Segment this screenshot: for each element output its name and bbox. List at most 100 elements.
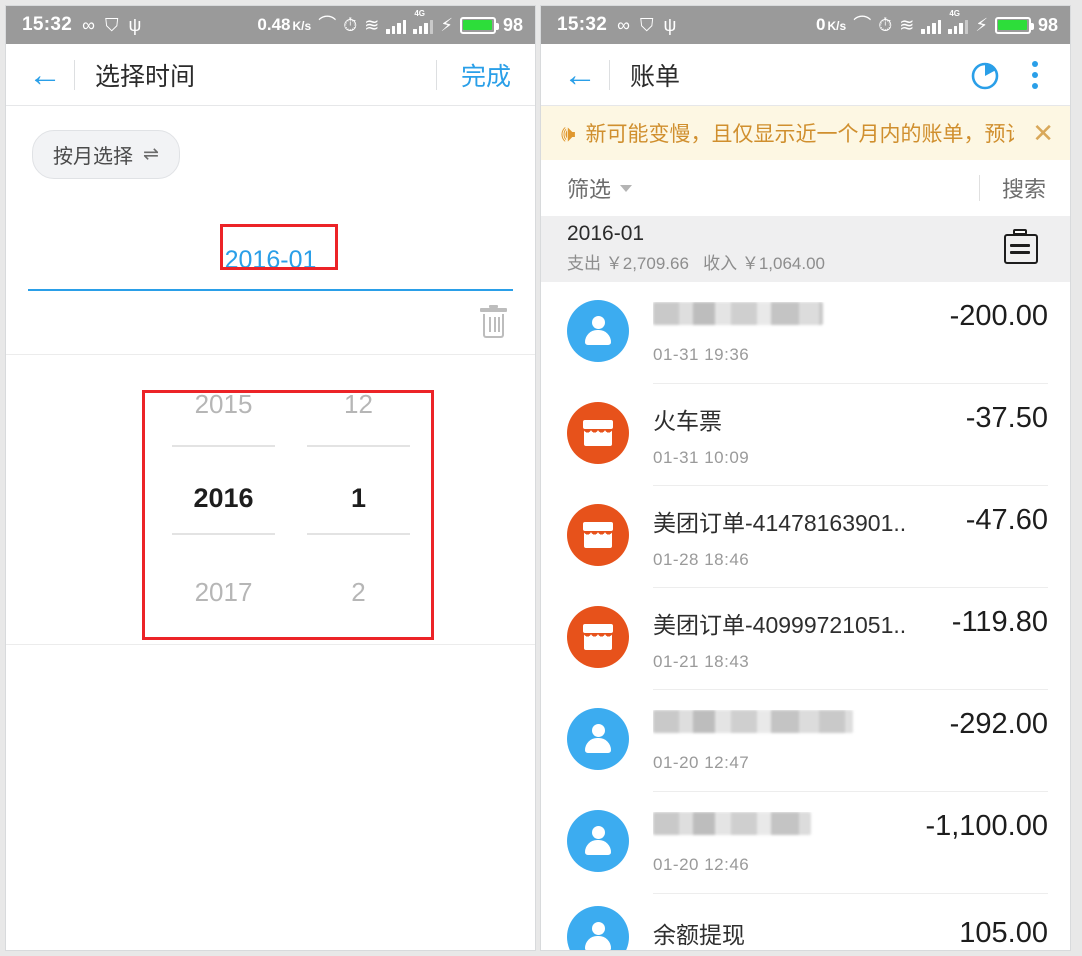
done-button[interactable]: 完成 [461,57,517,93]
search-button[interactable]: 搜索 [1002,172,1046,204]
transaction-content: 美团订单-41478163901.. -47.60 01-28 18:46 [653,486,1048,588]
signal-4g-label: 4G [414,8,425,18]
screenshot-root: 15:32 ∞ ⛉ ψ 0.48 K/s ⌒ ⏱ ≋ 4G ⚡ 98 ← 选择时… [0,0,1082,956]
network-rate-unit: K/s [292,19,312,33]
signal-icon [386,17,407,34]
status-time: 15:32 [557,14,608,35]
battery-icon [459,16,499,34]
battery-icon [994,16,1034,34]
transaction-header: 余额提现 105.00 [653,916,1048,950]
masked-name [653,710,853,733]
transaction-header: -200.00 [653,300,1048,333]
income-label: 收入 [703,254,738,273]
shop-icon [567,402,629,464]
transaction-amount: -200.00 [949,300,1048,332]
clipboard-list-icon[interactable] [1004,229,1038,264]
network-rate: 0 K/s [816,15,846,35]
network-rate-value: 0 [816,15,826,34]
notice-banner: 🕪 新可能变慢，且仅显示近一个月内的账单，预计 ✕ [541,106,1070,160]
wifi-icon: ≋ [364,15,380,35]
select-by-month-chip[interactable]: 按月选择 ⇌ [32,130,180,179]
title-divider [609,59,610,90]
expense-label: 支出 [567,254,601,273]
battery-percent: 98 [1037,14,1058,35]
transaction-time: 01-31 10:09 [653,447,750,467]
bill-list-body: 🕪 新可能变慢，且仅显示近一个月内的账单，预计 ✕ 筛选 搜索 2016-01 … [541,106,1070,950]
close-icon[interactable]: ✕ [1024,118,1054,149]
transaction-header: 美团订单-40999721051.. -119.80 [653,606,1048,640]
signal-4g-icon [948,17,969,34]
month-summary-row[interactable]: 2016-01 支出 ￥2,709.66 收入 ￥1,064.00 [541,216,1070,282]
transaction-header: 美团订单-41478163901.. -47.60 [653,504,1048,538]
right-title-bar: ← 账单 [541,44,1070,106]
transaction-row[interactable]: -200.00 01-31 19:36 [541,282,1070,384]
transaction-list: -200.00 01-31 19:36 火车票 -37.50 01-31 10:09 美团… [541,282,1070,950]
transaction-row[interactable]: -1,100.00 01-20 12:46 [541,792,1070,894]
transaction-amount: 105.00 [959,916,1048,949]
charging-icon: ⚡ [975,15,988,35]
signal-4g-icon [413,17,434,34]
network-rate: 0.48 K/s [257,15,311,35]
transaction-row[interactable]: 余额提现 105.00 [541,894,1070,950]
transaction-row[interactable]: 美团订单-41478163901.. -47.60 01-28 18:46 [541,486,1070,588]
expense-amount: ￥2,709.66 [605,254,689,273]
summary-month: 2016-01 [567,222,645,245]
transaction-content: 火车票 -37.50 01-31 10:09 [653,384,1048,486]
transaction-name [653,812,911,841]
page-title: 选择时间 [95,62,196,91]
person-icon [567,906,629,950]
trash-icon[interactable] [480,304,507,338]
transaction-row[interactable]: 火车票 -37.50 01-31 10:09 [541,384,1070,486]
status-time: 15:32 [22,14,73,35]
transaction-content: -200.00 01-31 19:36 [653,282,1048,384]
headphone-icon: ⌒ [853,15,872,35]
shop-icon [567,606,629,668]
transaction-amount: -292.00 [949,708,1048,740]
transaction-name: 美团订单-40999721051.. [653,611,907,638]
pie-chart-icon[interactable] [968,57,1004,93]
charging-icon: ⚡ [440,15,453,35]
delete-row [6,291,535,355]
more-vertical-icon[interactable] [1004,60,1052,89]
transaction-amount: -37.50 [965,402,1048,434]
transaction-header: -292.00 [653,708,1048,741]
transaction-amount: -119.80 [951,606,1048,638]
shop-icon [567,504,629,566]
network-rate-value: 0.48 [257,15,291,34]
transaction-header: 火车票 -37.50 [653,402,1048,436]
transaction-row[interactable]: 美团订单-40999721051.. -119.80 01-21 18:43 [541,588,1070,690]
title-divider [74,59,75,90]
chevron-down-icon [620,184,633,192]
infinity-icon: ∞ [617,15,630,35]
masked-name [653,812,811,835]
transaction-content: -1,100.00 01-20 12:46 [653,792,1048,894]
filter-label: 筛选 [567,177,612,202]
back-arrow-icon[interactable]: ← [563,58,603,92]
swap-icon: ⇌ [143,144,159,165]
left-title-bar: ← 选择时间 完成 [6,44,535,106]
masked-name [653,302,823,325]
back-arrow-icon[interactable]: ← [28,58,68,92]
filter-toolbar: 筛选 搜索 [541,160,1070,216]
alarm-icon: ⏱ [878,15,893,35]
battery-percent: 98 [502,14,523,35]
shield-yen-icon: ⛉ [104,15,119,35]
right-phone-screen: 15:32 ∞ ⛉ ψ 0 K/s ⌒ ⏱ ≋ 4G ⚡ 98 ← 账单 🕪 新… [540,5,1071,951]
shield-yen-icon: ⛉ [639,15,654,35]
infinity-icon: ∞ [82,15,95,35]
person-icon [567,300,629,362]
summary-totals: 支出 ￥2,709.66 收入 ￥1,064.00 [567,249,825,274]
person-icon [567,810,629,872]
page-title: 账单 [630,62,681,91]
transaction-time: 01-20 12:47 [653,753,750,772]
wifi-icon: ≋ [899,15,915,35]
empty-area [6,645,535,950]
transaction-name: 美团订单-41478163901.. [653,509,907,536]
mode-row: 按月选择 ⇌ [6,106,535,179]
transaction-header: -1,100.00 [653,810,1048,843]
filter-button[interactable]: 筛选 [567,172,633,204]
date-underline [28,289,513,291]
transaction-row[interactable]: -292.00 01-20 12:47 [541,690,1070,792]
status-bar-left: 15:32 ∞ ⛉ ψ 0.48 K/s ⌒ ⏱ ≋ 4G ⚡ 98 [6,6,535,44]
person-icon [567,708,629,770]
